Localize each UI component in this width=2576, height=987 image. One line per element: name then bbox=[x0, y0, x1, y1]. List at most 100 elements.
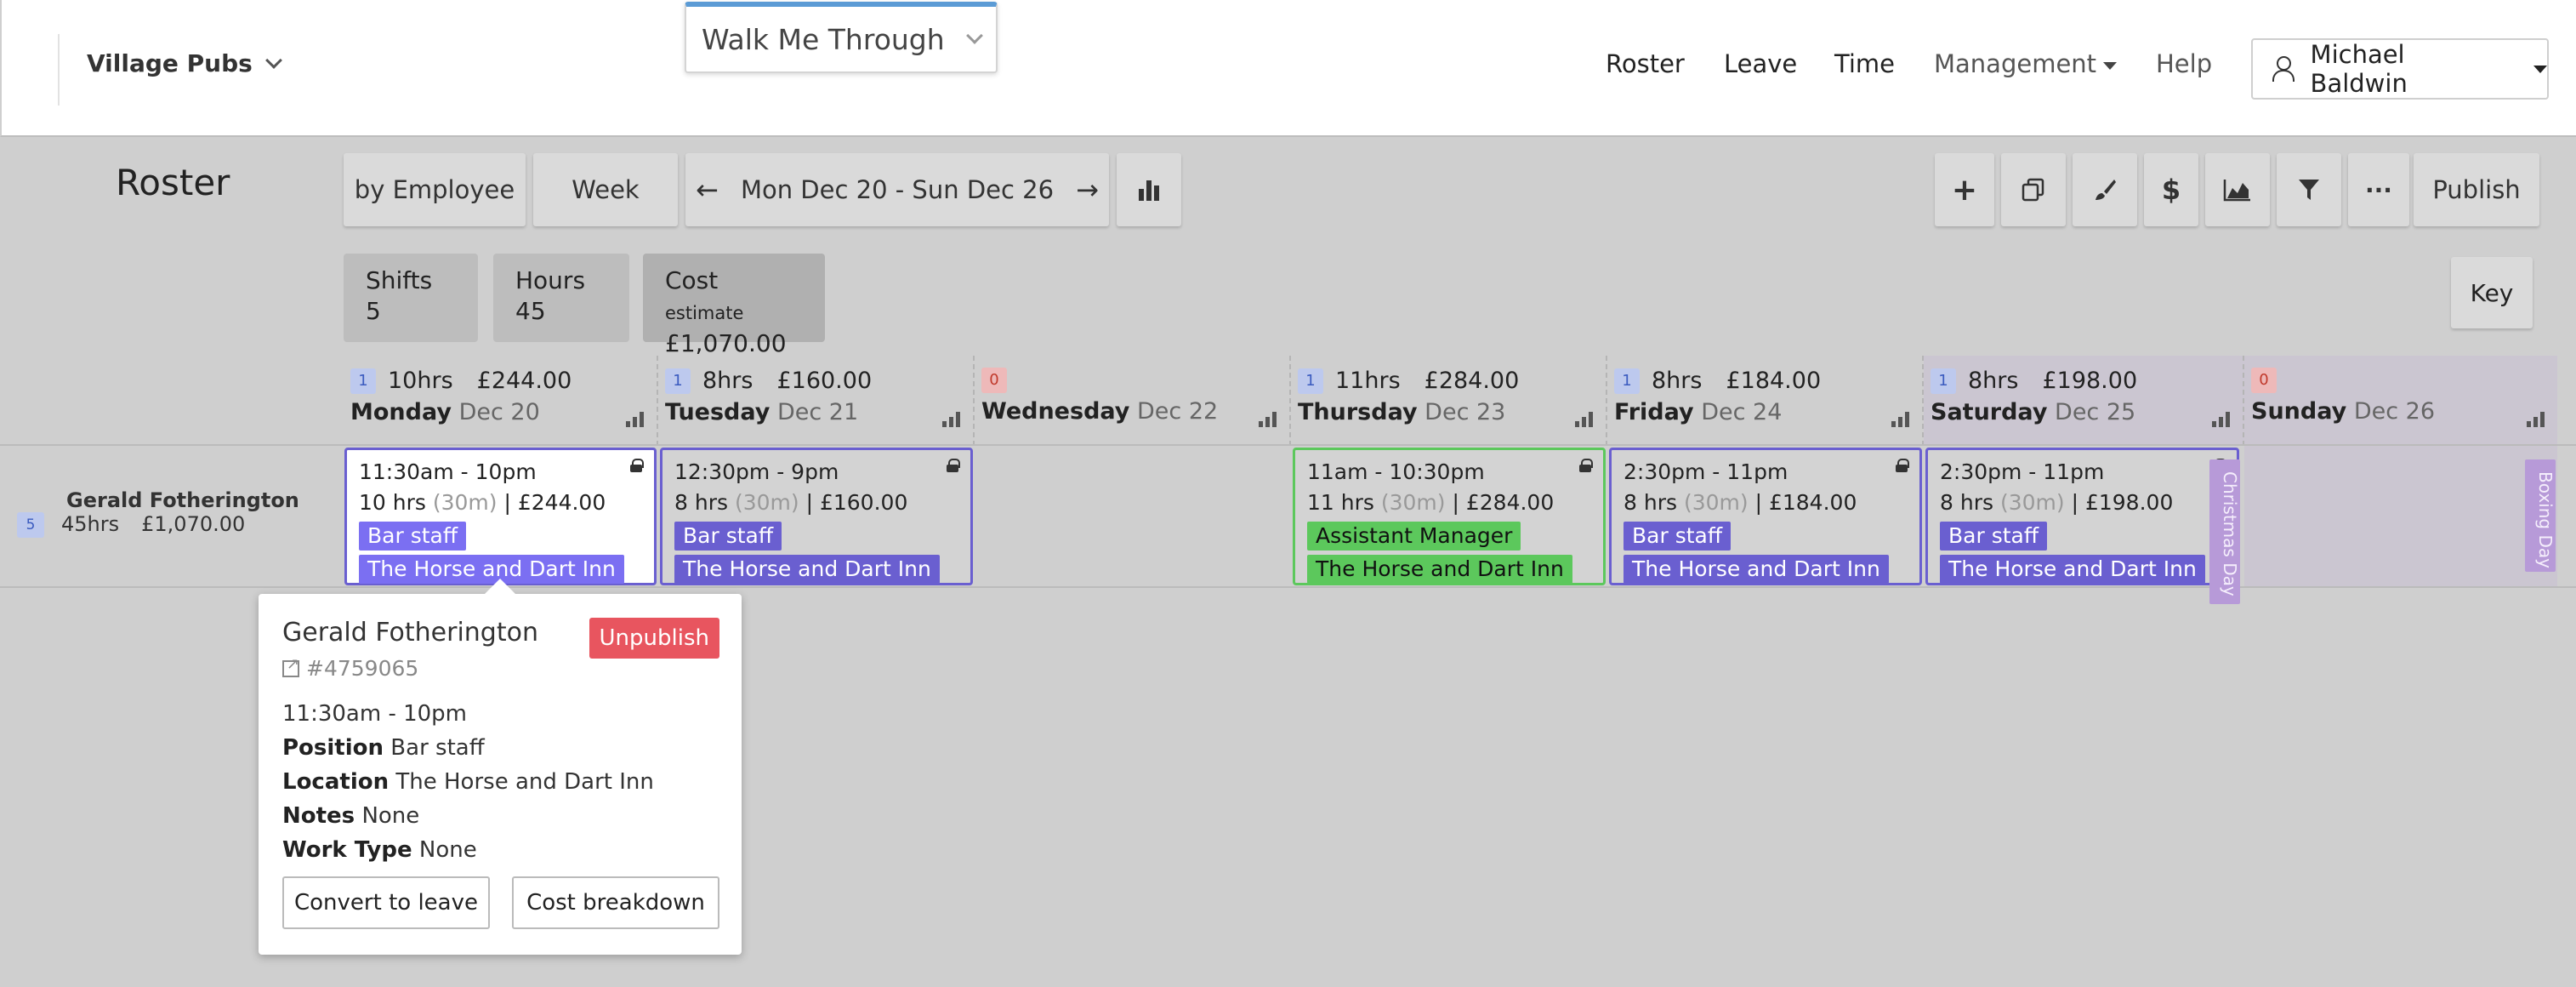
shift-count-badge: 0 bbox=[981, 368, 1007, 393]
bar-chart-icon[interactable] bbox=[2212, 412, 2231, 427]
key-button[interactable]: Key bbox=[2451, 257, 2533, 328]
position-tag: Assistant Manager bbox=[1307, 522, 1521, 551]
popover-shift-id[interactable]: #4759065 bbox=[282, 655, 718, 681]
shift-break: (30m) bbox=[432, 490, 498, 515]
nav-time[interactable]: Time bbox=[1834, 49, 1895, 78]
day-hours: 8hrs bbox=[1968, 368, 2019, 394]
day-hours: 11hrs bbox=[1335, 368, 1401, 394]
caret-down-icon bbox=[2533, 65, 2547, 73]
add-shift-button[interactable]: + bbox=[1935, 153, 1994, 226]
day-name: Thursday bbox=[1298, 399, 1418, 425]
employee-name[interactable]: Gerald Fotherington bbox=[66, 488, 299, 512]
date-range-navigator: ← Mon Dec 20 - Sun Dec 26 → bbox=[685, 153, 1109, 226]
shift-details: 8 hrs (30m) | £184.00 bbox=[1624, 490, 1857, 515]
bar-chart-icon[interactable] bbox=[1891, 412, 1910, 427]
christmas-day-ribbon: Christmas Day bbox=[2209, 459, 2240, 604]
date-range-label: Mon Dec 20 - Sun Dec 26 bbox=[740, 175, 1055, 204]
shift-time: 2:30pm - 11pm bbox=[1940, 459, 2105, 484]
position-tag: Bar staff bbox=[674, 522, 782, 551]
bar-chart-icon bbox=[1139, 180, 1159, 201]
external-link-icon bbox=[282, 655, 299, 677]
user-name: Michael Baldwin bbox=[2310, 40, 2408, 98]
nav-leave[interactable]: Leave bbox=[1724, 49, 1797, 78]
user-menu-button[interactable]: Michael Baldwin bbox=[2251, 38, 2549, 100]
day-header-wednesday: 0 Wednesday Dec 22 bbox=[975, 356, 1291, 446]
filter-button[interactable] bbox=[2277, 153, 2341, 226]
shifts-summary-card: Shifts 5 bbox=[344, 254, 478, 342]
stats-chart-button[interactable] bbox=[1117, 153, 1181, 226]
shift-card-monday[interactable]: 11:30am - 10pm 10 hrs (30m) | £244.00 Ba… bbox=[344, 448, 657, 585]
day-cost: £160.00 bbox=[776, 368, 873, 394]
shift-cost: £198.00 bbox=[2084, 490, 2174, 515]
location-tag: The Horse and Dart Inn bbox=[1307, 555, 1572, 584]
walk-me-through-label: Walk Me Through bbox=[702, 22, 945, 56]
day-name: Saturday bbox=[1931, 399, 2048, 425]
cost-estimate-label: estimate bbox=[665, 303, 744, 323]
shifts-label: Shifts bbox=[366, 266, 433, 294]
nav-management[interactable]: Management bbox=[1934, 49, 2118, 78]
shift-card-tuesday[interactable]: 12:30pm - 9pm 8 hrs (30m) | £160.00 Bar … bbox=[660, 448, 973, 585]
day-cost: £198.00 bbox=[2042, 368, 2138, 394]
shift-card-thursday[interactable]: 11am - 10:30pm 11 hrs (30m) | £284.00 As… bbox=[1293, 448, 1606, 585]
shift-details: 11 hrs (30m) | £284.00 bbox=[1307, 490, 1555, 515]
page-title: Roster bbox=[116, 162, 230, 203]
nav-management-label: Management bbox=[1934, 49, 2097, 78]
shift-time: 12:30pm - 9pm bbox=[674, 459, 839, 484]
shift-break: (30m) bbox=[1999, 490, 2065, 515]
next-week-arrow-icon[interactable]: → bbox=[1076, 174, 1099, 206]
day-name: Friday bbox=[1614, 399, 1694, 425]
lock-icon bbox=[1896, 459, 1909, 472]
day-date: Dec 20 bbox=[458, 399, 540, 425]
hours-label: Hours bbox=[515, 266, 586, 294]
shift-id-label: #4759065 bbox=[306, 656, 419, 681]
shift-details-popover: Gerald Fotherington #4759065 Unpublish 1… bbox=[259, 579, 742, 955]
bar-chart-icon[interactable] bbox=[626, 412, 645, 427]
cost-button[interactable]: $ bbox=[2144, 153, 2198, 226]
cost-label: Cost bbox=[665, 266, 719, 294]
previous-week-arrow-icon[interactable]: ← bbox=[696, 174, 719, 206]
cost-breakdown-button[interactable]: Cost breakdown bbox=[512, 876, 719, 929]
area-chart-button[interactable] bbox=[2205, 153, 2270, 226]
filter-icon bbox=[2299, 180, 2319, 200]
more-options-button[interactable]: ··· bbox=[2348, 153, 2409, 226]
walk-me-through-dropdown[interactable]: Walk Me Through bbox=[685, 2, 998, 73]
hours-value: 45 bbox=[515, 297, 546, 325]
chevron-down-icon bbox=[966, 27, 983, 44]
chevron-down-icon bbox=[264, 51, 282, 69]
cost-summary-card: Cost estimate £1,070.00 bbox=[643, 254, 825, 357]
view-by-employee-button[interactable]: by Employee bbox=[344, 153, 526, 226]
location-label: Location bbox=[282, 769, 390, 795]
copy-button[interactable] bbox=[2001, 153, 2066, 226]
bar-chart-icon[interactable] bbox=[1259, 412, 1277, 427]
shift-time: 2:30pm - 11pm bbox=[1624, 459, 1788, 484]
sunday-cell[interactable] bbox=[2244, 446, 2557, 586]
bar-chart-icon[interactable] bbox=[942, 412, 961, 427]
period-week-button[interactable]: Week bbox=[533, 153, 678, 226]
organization-switcher[interactable]: Village Pubs bbox=[87, 49, 282, 77]
day-header-friday: 1 8hrs £184.00 Friday Dec 24 bbox=[1607, 356, 1924, 446]
employee-cost: £1,070.00 bbox=[141, 512, 246, 536]
bar-chart-icon[interactable] bbox=[2527, 412, 2545, 427]
organization-name: Village Pubs bbox=[87, 49, 253, 77]
dollar-icon: $ bbox=[2161, 174, 2181, 206]
bar-chart-icon[interactable] bbox=[1575, 412, 1594, 427]
nav-help[interactable]: Help bbox=[2156, 49, 2212, 78]
publish-button[interactable]: Publish bbox=[2414, 153, 2539, 226]
convert-to-leave-button[interactable]: Convert to leave bbox=[282, 876, 490, 929]
day-hours: 8hrs bbox=[1652, 368, 1703, 394]
day-cost: £184.00 bbox=[1726, 368, 1822, 394]
day-date: Dec 24 bbox=[1701, 399, 1783, 425]
shift-hours: 8 hrs bbox=[674, 490, 729, 515]
nav-roster[interactable]: Roster bbox=[1606, 49, 1685, 78]
notes-label: Notes bbox=[282, 803, 355, 829]
employee-stats: 45hrs £1,070.00 bbox=[61, 512, 245, 536]
shift-hours: 8 hrs bbox=[1624, 490, 1678, 515]
location-tag: The Horse and Dart Inn bbox=[1940, 555, 2205, 584]
day-name: Sunday bbox=[2251, 398, 2347, 425]
shift-card-friday[interactable]: 2:30pm - 11pm 8 hrs (30m) | £184.00 Bar … bbox=[1609, 448, 1922, 585]
day-name: Wednesday bbox=[981, 398, 1130, 425]
shift-card-saturday[interactable]: 2:30pm - 11pm 8 hrs (30m) | £198.00 Bar … bbox=[1925, 448, 2239, 585]
shift-break: (30m) bbox=[1683, 490, 1749, 515]
paint-button[interactable] bbox=[2073, 153, 2137, 226]
unpublish-button[interactable]: Unpublish bbox=[589, 618, 719, 659]
